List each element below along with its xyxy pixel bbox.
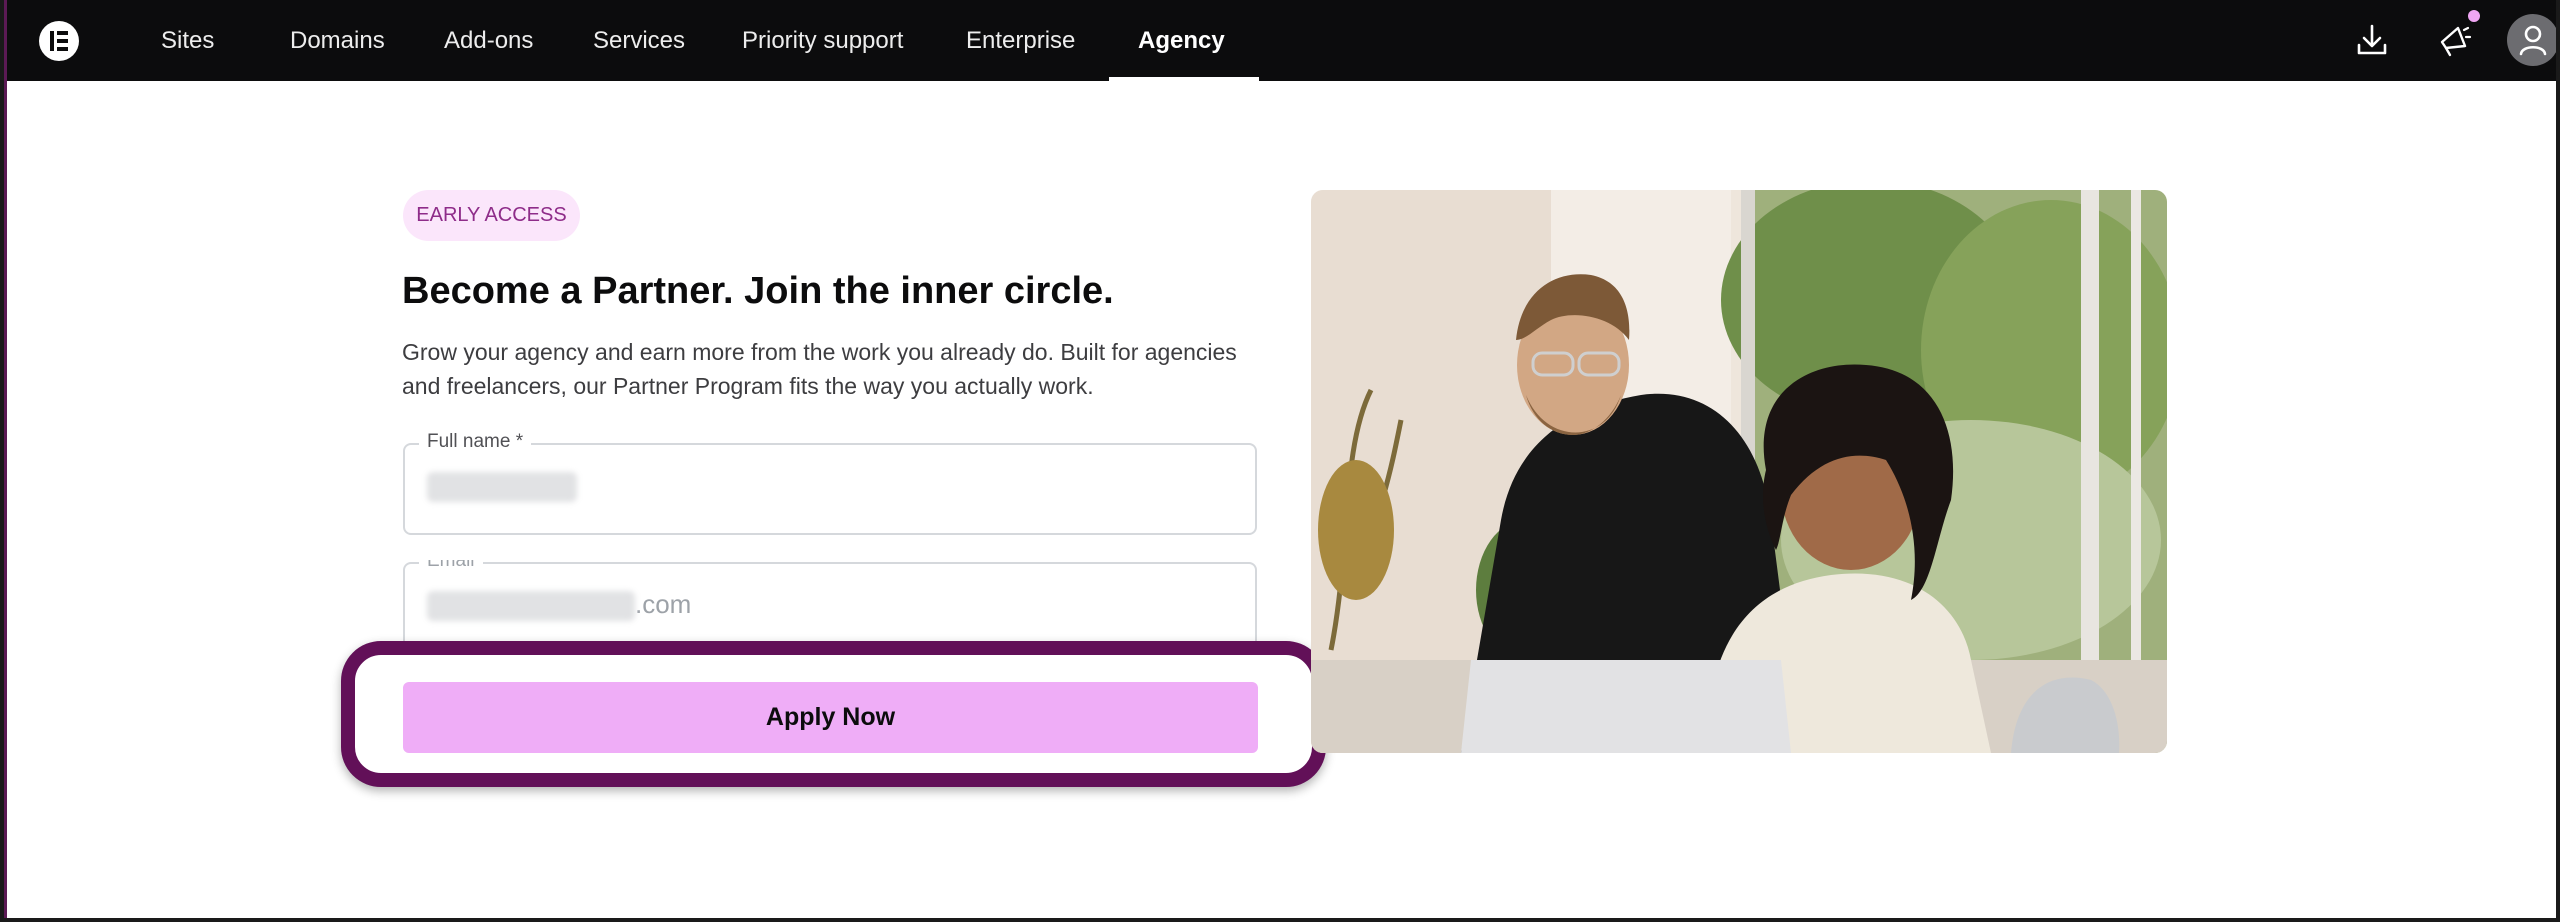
top-navigation-bar: Sites Domains Add-ons Services Priority …: [7, 0, 2556, 81]
page-title: Become a Partner. Join the inner circle.: [402, 270, 1114, 312]
elementor-logo-icon[interactable]: [39, 21, 79, 61]
full-name-value: [427, 470, 577, 503]
hero-image: [1311, 190, 2167, 753]
nav-services[interactable]: Services: [593, 0, 685, 81]
email-suffix: .com: [635, 589, 692, 619]
nav-agency[interactable]: Agency: [1138, 0, 1225, 81]
user-icon: [2519, 25, 2547, 56]
nav-add-ons[interactable]: Add-ons: [444, 0, 533, 81]
active-tab-indicator: [1109, 77, 1259, 81]
nav-domains[interactable]: Domains: [290, 0, 385, 81]
apply-now-button[interactable]: Apply Now: [403, 682, 1258, 753]
user-avatar[interactable]: [2507, 14, 2556, 66]
notification-dot: [2468, 10, 2480, 22]
full-name-label: Full name *: [419, 431, 532, 453]
nav-enterprise[interactable]: Enterprise: [966, 0, 1075, 81]
page-description: Grow your agency and earn more from the …: [402, 339, 1237, 399]
download-icon[interactable]: [2352, 20, 2392, 60]
full-name-field[interactable]: Full name *: [403, 431, 1257, 535]
nav-sites[interactable]: Sites: [161, 0, 214, 81]
nav-priority-support[interactable]: Priority support: [742, 0, 903, 81]
redacted-text: [427, 591, 635, 622]
app-frame: Sites Domains Add-ons Services Priority …: [4, 0, 2556, 918]
redacted-text: [427, 472, 577, 503]
early-access-badge: EARLY ACCESS: [403, 190, 580, 241]
megaphone-icon[interactable]: [2433, 20, 2473, 60]
email-label: Email: [419, 560, 483, 572]
email-value: .com: [427, 589, 692, 622]
